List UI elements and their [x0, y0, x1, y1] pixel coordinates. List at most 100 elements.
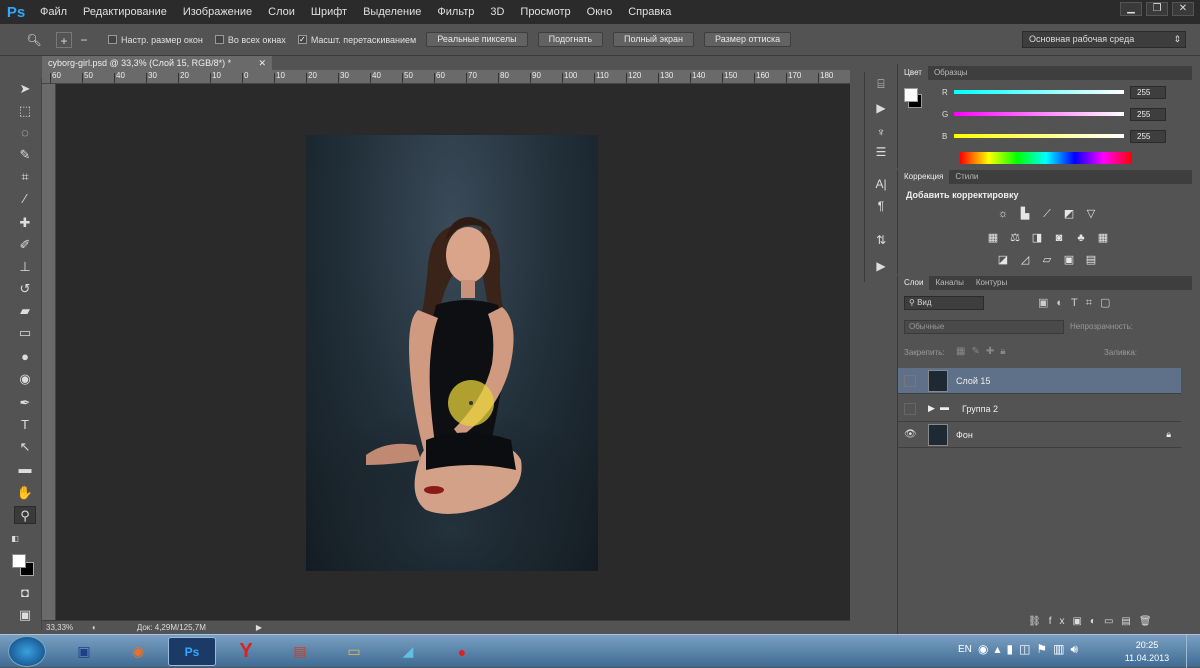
- green-value[interactable]: 255: [1130, 108, 1166, 121]
- all-windows-checkbox[interactable]: [214, 35, 224, 44]
- hand-tool-icon[interactable]: ✋: [14, 484, 36, 502]
- menu-item-3d[interactable]: 3D: [482, 0, 512, 24]
- red-slider[interactable]: R 255: [942, 86, 1184, 100]
- zoom-readout[interactable]: 33,33%: [46, 623, 86, 632]
- eyedropper-tool-icon[interactable]: ⁄: [14, 190, 36, 208]
- brushes-panel-icon[interactable]: ♆: [872, 124, 890, 140]
- default-colors-icon[interactable]: ◧: [10, 534, 20, 544]
- posterize-icon[interactable]: ◿: [1018, 254, 1032, 266]
- green-track[interactable]: [954, 112, 1124, 116]
- resize-windows-checkbox[interactable]: [108, 35, 117, 44]
- blue-value[interactable]: 255: [1130, 130, 1166, 143]
- menu-item-window[interactable]: Окно: [579, 0, 621, 24]
- layer-actions-bar[interactable]: ⛓fx▣◐▭▤🗑︎: [1028, 616, 1160, 627]
- black-white-icon[interactable]: ◨: [1030, 232, 1044, 244]
- workspace-select[interactable]: Основная рабочая среда ⇕: [1022, 31, 1186, 48]
- menu-item-type[interactable]: Шрифт: [303, 0, 355, 24]
- visibility-toggle[interactable]: [904, 375, 916, 387]
- vibrance-icon[interactable]: ▽: [1084, 208, 1098, 220]
- explorer-icon[interactable]: ▭: [330, 637, 378, 666]
- history-panel-icon[interactable]: ⌸: [872, 76, 890, 92]
- photo-filter-icon[interactable]: ◙: [1052, 232, 1066, 244]
- recorder-icon[interactable]: ●: [438, 637, 486, 666]
- move-tool-icon[interactable]: ➤: [14, 80, 36, 98]
- foreground-color-swatch[interactable]: [12, 554, 26, 568]
- document-tab[interactable]: cyborg-girl.psd @ 33,3% (Слой 15, RGB/8*…: [42, 56, 272, 70]
- blend-mode-select[interactable]: Обычные: [904, 320, 1064, 334]
- tray-icons[interactable]: ◉▴▮◫⚑▥🔊︎: [978, 642, 1084, 657]
- foreground-swatch[interactable]: [904, 88, 918, 102]
- quick-select-tool-icon[interactable]: ✎: [14, 146, 36, 164]
- hue-saturation-icon[interactable]: ▦: [986, 232, 1000, 244]
- exposure-icon[interactable]: ◩: [1062, 208, 1076, 220]
- paragraph-panel-icon[interactable]: ¶: [872, 198, 890, 214]
- app-icon[interactable]: ◢: [384, 637, 432, 666]
- fill-screen-button[interactable]: Полный экран: [613, 32, 695, 47]
- path-select-tool-icon[interactable]: ↖: [14, 438, 36, 456]
- dodge-tool-icon[interactable]: ◉: [14, 370, 36, 388]
- quick-mask-icon[interactable]: ◘: [14, 584, 36, 602]
- tab-adjustments[interactable]: Коррекция: [898, 170, 950, 184]
- menu-item-view[interactable]: Просмотр: [512, 0, 578, 24]
- marquee-tool-icon[interactable]: ⬚: [14, 102, 36, 120]
- screen-mode-icon[interactable]: ▣: [14, 606, 36, 624]
- channel-mixer-icon[interactable]: ♣: [1074, 232, 1088, 244]
- color-spectrum-bar[interactable]: [960, 152, 1132, 164]
- history-brush-tool-icon[interactable]: ↺: [14, 280, 36, 298]
- pen-tool-icon[interactable]: ✒: [14, 394, 36, 412]
- status-icon[interactable]: ◐: [92, 623, 97, 632]
- layer-row-group2[interactable]: ▶ ▬ Группа 2: [898, 396, 1181, 422]
- powerpoint-icon[interactable]: ▤: [276, 637, 324, 666]
- lasso-tool-icon[interactable]: ◌: [14, 124, 36, 142]
- menu-item-select[interactable]: Выделение: [355, 0, 429, 24]
- gradient-map-icon[interactable]: ▣: [1062, 254, 1076, 266]
- lock-icons[interactable]: ▦✎✚🔒︎: [956, 346, 1012, 357]
- selective-color-icon[interactable]: ▤: [1084, 254, 1098, 266]
- brush-tool-icon[interactable]: ✐: [14, 236, 36, 254]
- zoom-out-icon[interactable]: −: [76, 32, 92, 48]
- blue-slider[interactable]: B 255: [942, 130, 1184, 144]
- tab-styles[interactable]: Стили: [949, 170, 984, 184]
- eye-icon[interactable]: 👁︎: [904, 429, 917, 441]
- menu-item-image[interactable]: Изображение: [175, 0, 260, 24]
- zoom-in-icon[interactable]: +: [56, 31, 72, 48]
- expand-arrow-icon[interactable]: ▶: [928, 403, 935, 414]
- levels-icon[interactable]: ▙: [1018, 208, 1032, 220]
- chevron-right-icon[interactable]: ▶: [256, 623, 262, 632]
- gradient-tool-icon[interactable]: ▭: [14, 324, 36, 342]
- restore-button[interactable]: ❐: [1146, 2, 1168, 16]
- layer-filter-select[interactable]: ⚲ Вид: [904, 296, 984, 310]
- zoom-tool-icon[interactable]: 🔍︎: [26, 32, 42, 48]
- color-balance-icon[interactable]: ⚖: [1008, 232, 1022, 244]
- print-size-button[interactable]: Размер оттиска: [704, 32, 792, 47]
- blue-track[interactable]: [954, 134, 1124, 138]
- clone-stamp-tool-icon[interactable]: ⊥: [14, 258, 36, 276]
- menu-item-filter[interactable]: Фильтр: [429, 0, 482, 24]
- blur-tool-icon[interactable]: ●: [14, 348, 36, 366]
- invert-icon[interactable]: ◪: [996, 254, 1010, 266]
- layer-row-layer15[interactable]: Слой 15: [898, 368, 1181, 394]
- zoom-tool-active-icon[interactable]: ⚲: [14, 506, 36, 524]
- close-button[interactable]: ✕: [1172, 2, 1194, 16]
- red-track[interactable]: [954, 90, 1124, 94]
- yandex-icon[interactable]: Y: [222, 637, 270, 666]
- tab-channels[interactable]: Каналы: [929, 276, 969, 290]
- crop-tool-icon[interactable]: ⌗: [14, 168, 36, 186]
- close-icon[interactable]: ✕: [258, 56, 266, 70]
- eraser-tool-icon[interactable]: ▰: [14, 302, 36, 320]
- filter-icons[interactable]: ▣◐T⌗▢: [1038, 296, 1118, 310]
- play-panel-icon[interactable]: ▶: [872, 258, 890, 274]
- save-app-icon[interactable]: ▣: [60, 637, 108, 666]
- character-panel-icon[interactable]: A|: [872, 176, 890, 192]
- brightness-icon[interactable]: ☼: [996, 208, 1010, 220]
- brush-presets-panel-icon[interactable]: ☰: [872, 144, 890, 160]
- menu-item-layers[interactable]: Слои: [260, 0, 303, 24]
- clock-time[interactable]: 20:25: [1122, 640, 1172, 650]
- language-indicator[interactable]: EN: [958, 644, 972, 655]
- shape-tool-icon[interactable]: ▬: [14, 460, 36, 478]
- tab-paths[interactable]: Контуры: [970, 276, 1013, 290]
- menu-item-file[interactable]: Файл: [32, 0, 75, 24]
- clock-date[interactable]: 11.04.2013: [1118, 653, 1176, 663]
- tab-swatches[interactable]: Образцы: [928, 66, 974, 80]
- color-lookup-icon[interactable]: ▦: [1096, 232, 1110, 244]
